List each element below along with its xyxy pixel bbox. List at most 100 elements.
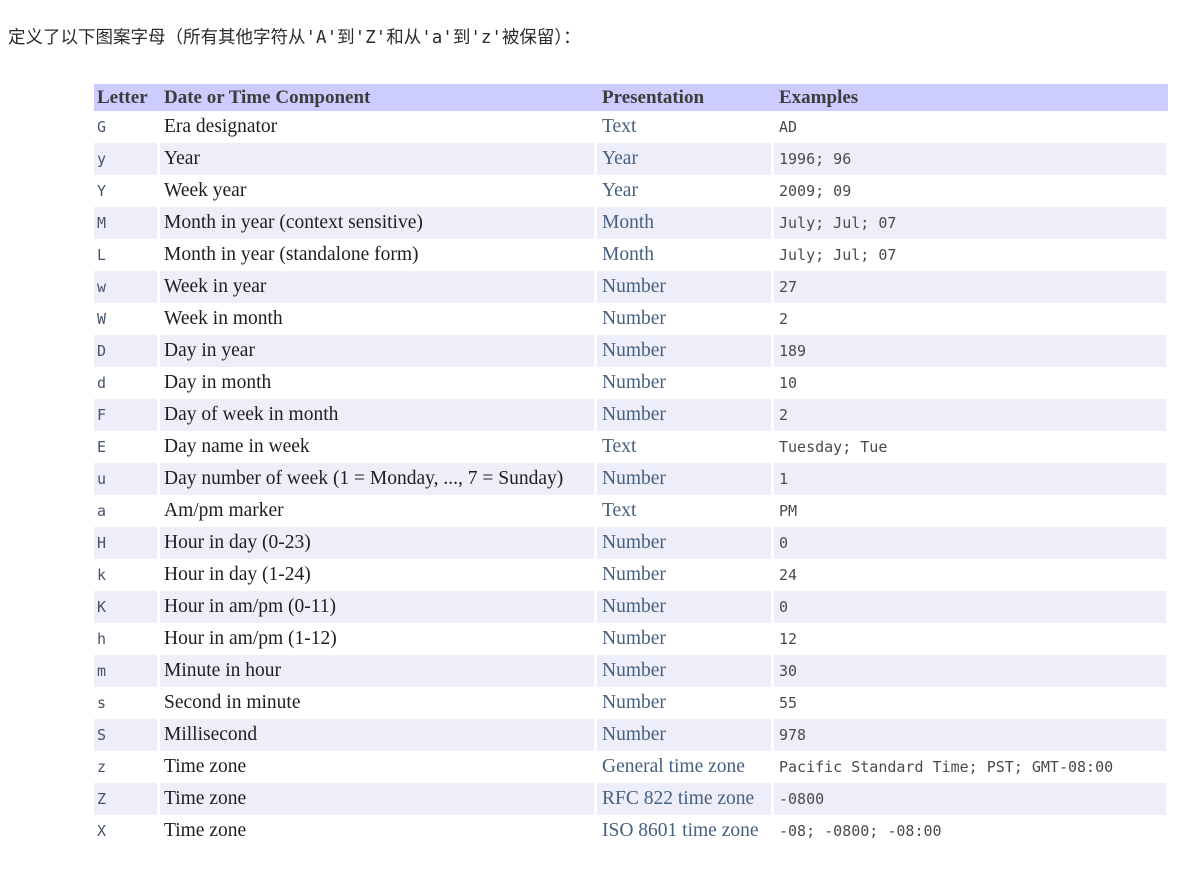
- cell-presentation: Month: [597, 239, 774, 271]
- cell-examples-text: Pacific Standard Time; PST; GMT-08:00: [774, 751, 1166, 783]
- cell-component-text: Week in month: [160, 303, 594, 335]
- cell-component: Day in year: [160, 335, 597, 367]
- table-row: zTime zoneGeneral time zonePacific Stand…: [94, 751, 1168, 783]
- cell-examples-text: 30: [774, 655, 1166, 687]
- cell-examples: 24: [774, 559, 1168, 591]
- cell-presentation-text: Number: [597, 271, 771, 303]
- cell-letter-text: F: [94, 399, 157, 431]
- cell-letter-text: y: [94, 143, 157, 175]
- cell-component: Second in minute: [160, 687, 597, 719]
- table-row: WWeek in monthNumber2: [94, 303, 1168, 335]
- cell-letter: u: [94, 463, 160, 495]
- cell-examples-text: 978: [774, 719, 1166, 751]
- cell-examples: 1996; 96: [774, 143, 1168, 175]
- cell-letter-text: d: [94, 367, 157, 399]
- cell-examples-text: Tuesday; Tue: [774, 431, 1166, 463]
- cell-component-text: Hour in am/pm (0-11): [160, 591, 594, 623]
- cell-examples-text: 55: [774, 687, 1166, 719]
- cell-letter: D: [94, 335, 160, 367]
- cell-examples: Tuesday; Tue: [774, 431, 1168, 463]
- cell-examples-text: 27: [774, 271, 1166, 303]
- cell-examples: PM: [774, 495, 1168, 527]
- cell-presentation: Text: [597, 111, 774, 143]
- cell-component-text: Hour in am/pm (1-12): [160, 623, 594, 655]
- table-body: GEra designatorTextADyYearYear1996; 96YW…: [94, 111, 1168, 847]
- cell-letter: k: [94, 559, 160, 591]
- cell-component-text: Day number of week (1 = Monday, ..., 7 =…: [160, 463, 594, 495]
- cell-presentation: Number: [597, 335, 774, 367]
- cell-examples-text: 12: [774, 623, 1166, 655]
- cell-letter-text: k: [94, 559, 157, 591]
- column-header-component-label: Date or Time Component: [160, 84, 597, 111]
- table-row: dDay in monthNumber10: [94, 367, 1168, 399]
- table-row: aAm/pm markerTextPM: [94, 495, 1168, 527]
- cell-letter-text: L: [94, 239, 157, 271]
- cell-presentation: Number: [597, 687, 774, 719]
- cell-presentation-text: ISO 8601 time zone: [597, 815, 771, 847]
- cell-letter: H: [94, 527, 160, 559]
- cell-examples-text: 189: [774, 335, 1166, 367]
- cell-letter-text: E: [94, 431, 157, 463]
- cell-examples-text: 1: [774, 463, 1166, 495]
- cell-letter: h: [94, 623, 160, 655]
- cell-component-text: Hour in day (1-24): [160, 559, 594, 591]
- table-header-row: Letter Date or Time Component Presentati…: [94, 84, 1168, 111]
- cell-letter-text: S: [94, 719, 157, 751]
- cell-component-text: Era designator: [160, 111, 594, 143]
- cell-presentation: General time zone: [597, 751, 774, 783]
- cell-presentation-text: Number: [597, 367, 771, 399]
- cell-examples: AD: [774, 111, 1168, 143]
- column-header-presentation: Presentation: [597, 84, 774, 111]
- cell-presentation-text: Text: [597, 495, 771, 527]
- table-row: DDay in yearNumber189: [94, 335, 1168, 367]
- cell-examples: Pacific Standard Time; PST; GMT-08:00: [774, 751, 1168, 783]
- cell-letter: d: [94, 367, 160, 399]
- table-row: LMonth in year (standalone form)MonthJul…: [94, 239, 1168, 271]
- cell-examples: July; Jul; 07: [774, 239, 1168, 271]
- table-row: mMinute in hourNumber30: [94, 655, 1168, 687]
- cell-component: Time zone: [160, 783, 597, 815]
- cell-presentation-text: Year: [597, 143, 771, 175]
- cell-presentation: Number: [597, 303, 774, 335]
- cell-presentation-text: Number: [597, 303, 771, 335]
- cell-letter: s: [94, 687, 160, 719]
- table-row: yYearYear1996; 96: [94, 143, 1168, 175]
- cell-letter: G: [94, 111, 160, 143]
- cell-component: Year: [160, 143, 597, 175]
- cell-presentation-text: Number: [597, 719, 771, 751]
- cell-component: Millisecond: [160, 719, 597, 751]
- cell-letter: w: [94, 271, 160, 303]
- table-row: EDay name in weekTextTuesday; Tue: [94, 431, 1168, 463]
- cell-component-text: Week year: [160, 175, 594, 207]
- cell-component-text: Month in year (standalone form): [160, 239, 594, 271]
- cell-presentation-text: General time zone: [597, 751, 771, 783]
- cell-presentation-text: Year: [597, 175, 771, 207]
- cell-letter-text: K: [94, 591, 157, 623]
- cell-letter: F: [94, 399, 160, 431]
- cell-presentation: Number: [597, 367, 774, 399]
- cell-component-text: Day name in week: [160, 431, 594, 463]
- cell-presentation: Number: [597, 719, 774, 751]
- cell-letter-text: M: [94, 207, 157, 239]
- cell-component-text: Minute in hour: [160, 655, 594, 687]
- column-header-component: Date or Time Component: [160, 84, 597, 111]
- cell-component-text: Month in year (context sensitive): [160, 207, 594, 239]
- cell-letter-text: z: [94, 751, 157, 783]
- cell-letter: X: [94, 815, 160, 847]
- cell-examples: 55: [774, 687, 1168, 719]
- cell-examples-text: July; Jul; 07: [774, 207, 1166, 239]
- cell-examples-text: -0800: [774, 783, 1166, 815]
- cell-component: Hour in am/pm (0-11): [160, 591, 597, 623]
- table-row: XTime zoneISO 8601 time zone-08; -0800; …: [94, 815, 1168, 847]
- cell-presentation-text: Number: [597, 527, 771, 559]
- cell-letter-text: s: [94, 687, 157, 719]
- cell-letter-text: H: [94, 527, 157, 559]
- table-row: KHour in am/pm (0-11)Number0: [94, 591, 1168, 623]
- cell-examples: 2009; 09: [774, 175, 1168, 207]
- cell-component-text: Millisecond: [160, 719, 594, 751]
- cell-component-text: Am/pm marker: [160, 495, 594, 527]
- cell-letter: E: [94, 431, 160, 463]
- column-header-letter: Letter: [94, 84, 160, 111]
- cell-examples: 0: [774, 527, 1168, 559]
- cell-letter-text: a: [94, 495, 157, 527]
